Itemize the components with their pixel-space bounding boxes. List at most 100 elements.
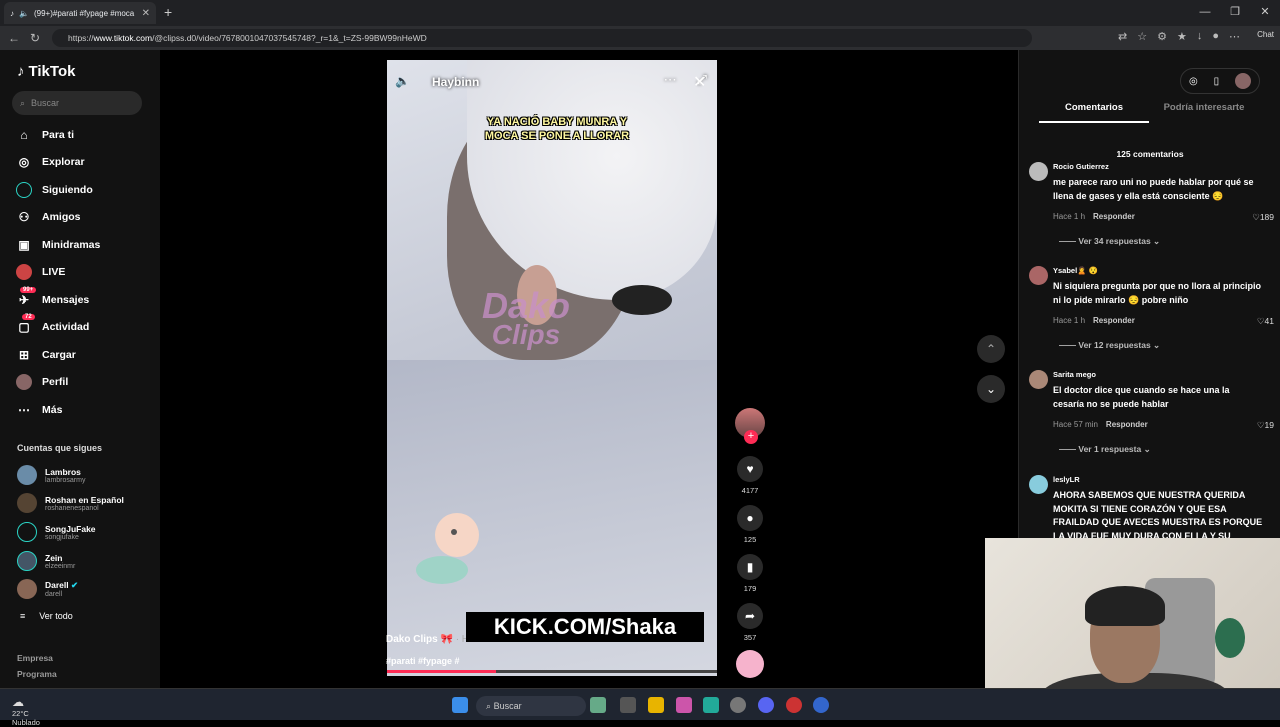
comment-user[interactable]: Rocio Gutierrez [1053,162,1109,171]
avatar[interactable] [1029,162,1048,181]
reply-button[interactable]: Responder [1106,420,1148,429]
close-window-icon[interactable]: ✕ [1250,0,1280,26]
comment-meta: Hace 1 h Responder [1053,212,1135,221]
windows-taskbar: ☁ 22°C Nublado ⌕ Buscar [0,688,1280,727]
comment-like[interactable]: ♡189 [1252,212,1274,223]
nav-item-para-ti[interactable]: ⌂ Para ti [16,125,74,145]
copilot-icon[interactable] [676,697,692,713]
maximize-icon[interactable]: ❐ [1220,0,1250,26]
avatar[interactable] [1029,370,1048,389]
reply-button[interactable]: Responder [1093,212,1135,221]
nav-item-cargar[interactable]: ⊞ Cargar [16,345,76,365]
weather-widget[interactable]: ☁ 22°C Nublado [12,695,40,727]
next-video-button[interactable]: ⌄ [977,375,1005,403]
taskview-icon[interactable] [620,697,636,713]
tiktok-logo[interactable]: ♪ TikTok [17,63,75,80]
chevron-down-icon: ⌄ [985,382,997,396]
nav-label: Perfil [42,376,69,388]
obs-icon[interactable] [813,697,829,713]
sidebar: ♪ TikTok ⌕ Buscar ⌂ Para ti ◎ Explorar Sigui… [0,50,160,688]
follow-plus-icon[interactable]: + [744,430,758,444]
music-disc-button[interactable] [735,650,765,678]
video-player[interactable]: YA NACIÓ BABY MUNRA Y MOCA SE PONE A LLO… [387,60,717,676]
following-account[interactable]: Darell ✔ darell [17,577,78,601]
comment-like[interactable]: ♡41 [1257,316,1274,327]
nav-item-minidramas[interactable]: ▣ Minidramas [16,235,100,255]
tab-comentarios[interactable]: Comentarios [1039,102,1149,123]
like-button[interactable]: ♥ 4177 [735,456,765,495]
see-all-link[interactable]: ≡ Ver todo [20,611,73,621]
following-account[interactable]: Zein elzeeinmr [17,549,75,573]
back-icon[interactable]: ← [8,31,20,45]
video-progress-bar[interactable] [387,670,717,673]
close-tab-icon[interactable]: ✕ [142,8,150,19]
favorites-icon[interactable]: ★ [1177,30,1187,43]
comment-like[interactable]: ♡19 [1257,420,1274,431]
taskbar-search[interactable]: ⌕ Buscar [476,696,586,716]
nav-item-explorar[interactable]: ◎ Explorar [16,152,85,172]
new-tab-icon[interactable]: + [164,4,172,20]
app-icon[interactable] [730,697,746,713]
tab-podria-interesarte[interactable]: Podría interesarte [1149,102,1259,123]
nav-item-mensajes[interactable]: ✈ 99+ Mensajes [16,287,89,310]
nav-item-amigos[interactable]: ⚇ Amigos [16,207,81,227]
more-options-icon[interactable]: ⋯ [664,72,677,88]
following-account[interactable]: Lambros lambrosarmy [17,463,85,487]
reply-button[interactable]: Responder [1093,316,1135,325]
extension-icon[interactable]: ⚙ [1157,30,1167,43]
nav-item-live[interactable]: LIVE [16,262,65,282]
discord-icon[interactable] [758,697,774,713]
video-hashtags[interactable]: #parati #fypage # [386,656,460,666]
translate-icon[interactable]: ⇄ [1118,30,1127,43]
speaker-icon[interactable]: 🔈 [19,9,29,18]
footer-link[interactable]: Empresa [17,653,53,663]
comment-user[interactable]: Ysabel🙎 😯 [1053,266,1098,275]
chat-button[interactable]: Chat [1257,30,1274,39]
reload-icon[interactable]: ↻ [30,31,40,45]
comment-user[interactable]: leslyLR [1053,475,1080,484]
watermark-line: Dako [482,285,571,326]
save-button[interactable]: ▮ 179 [735,554,765,593]
profile-avatar-icon[interactable] [1235,73,1252,89]
account-icon[interactable]: ● [1212,30,1219,43]
widgets-icon[interactable] [590,697,606,713]
comment-user[interactable]: Sarita mego [1053,370,1096,379]
nav-item-perfil[interactable]: Perfil [16,372,68,392]
avatar[interactable] [1029,475,1048,494]
account-name: Zein [45,552,63,563]
url-field[interactable]: https://www.tiktok.com/@clipss.d0/video/… [52,29,1032,47]
view-replies-button[interactable]: —— Ver 34 respuestas ⌄ [1059,236,1160,247]
nav-label: Amigos [42,211,81,223]
nav-item-siguiendo[interactable]: Siguiendo [16,180,93,200]
phone-icon[interactable]: ▯ [1214,76,1220,87]
nav-label: Cargar [42,349,76,361]
star-icon[interactable]: ☆ [1137,30,1147,43]
share-button[interactable]: ➦ 357 [735,603,765,642]
view-replies-button[interactable]: —— Ver 1 respuesta ⌄ [1059,444,1151,455]
nav-item-actividad[interactable]: ▢ 72 Actividad [16,314,89,337]
footer-link[interactable]: Programa [17,669,57,679]
search-input[interactable]: ⌕ Buscar [12,91,142,115]
start-icon[interactable] [452,697,468,713]
close-video-icon[interactable]: ✕ [693,72,706,92]
chrome-icon[interactable] [786,697,802,713]
edge-icon[interactable] [703,697,719,713]
menu-dots-icon[interactable]: ⋯ [1229,30,1240,43]
following-account[interactable]: Roshan en Español roshanenespanol [17,491,124,515]
previous-video-button[interactable]: ⌃ [977,335,1005,363]
view-replies-button[interactable]: —— Ver 12 respuestas ⌄ [1059,340,1160,351]
download-icon[interactable]: ↓ [1197,30,1203,43]
file-explorer-icon[interactable] [648,697,664,713]
avatar[interactable] [1029,266,1048,285]
heart-icon: ♥ [737,456,763,482]
comment-button[interactable]: ● 125 [735,505,765,544]
minimize-icon[interactable]: — [1190,0,1220,26]
compass-icon[interactable]: ◎ [1189,76,1198,87]
browser-tab[interactable]: ♪ 🔈 (99+)#parati #fypage #moca ✕ [4,2,156,24]
creator-avatar-button[interactable]: + [735,408,765,444]
account-handle: songjufake [45,533,79,541]
mute-icon[interactable]: 🔈 [395,74,410,88]
logo-text: TikTok [28,63,76,80]
nav-item-mas[interactable]: ⋯ Más [16,400,62,420]
following-account[interactable]: SongJuFake songjufake [17,520,96,544]
